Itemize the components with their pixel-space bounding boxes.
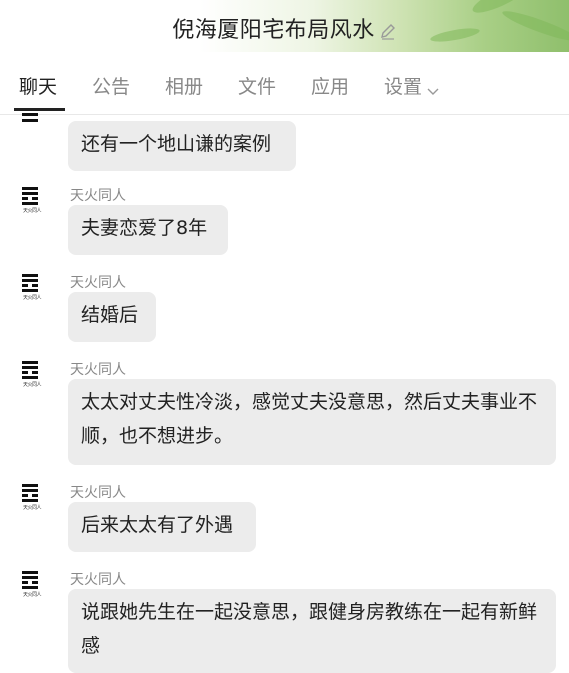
tab-bar: 聊天 公告 相册 文件 应用 设置 [0,52,569,115]
avatar-caption: 天火同人 [23,382,42,388]
avatar[interactable]: 天火同人 [22,187,50,214]
message-bubble[interactable]: 结婚后 [68,292,156,342]
group-title: 倪海厦阳宅布局风水 [0,12,569,44]
message-bubble[interactable]: 还有一个地山谦的案例 [68,121,296,171]
tab-settings-label: 设置 [384,76,423,98]
avatar[interactable] [22,111,50,123]
avatar[interactable]: 天火同人 [22,484,50,511]
avatar-caption: 天火同人 [23,592,42,598]
message-bubble[interactable]: 夫妻恋爱了8年 [68,205,228,255]
avatar-caption: 天火同人 [23,505,42,511]
tab-announcement[interactable]: 公告 [92,72,130,99]
chat-header: 倪海厦阳宅布局风水 [0,0,569,52]
tab-files[interactable]: 文件 [238,72,276,99]
sender-name: 天火同人 [70,485,126,501]
message-bubble[interactable]: 说跟她先生在一起没意思，跟健身房教练在一起有新鲜感 [68,589,556,673]
tab-chat[interactable]: 聊天 [19,72,57,99]
tab-apps[interactable]: 应用 [311,72,349,99]
avatar[interactable]: 天火同人 [22,571,50,598]
group-title-text: 倪海厦阳宅布局风水 [172,18,375,43]
avatar[interactable]: 天火同人 [22,274,50,301]
message-bubble[interactable]: 太太对丈夫性冷淡，感觉丈夫没意思，然后丈夫事业不顺，也不想进步。 [68,379,556,465]
sender-name: 天火同人 [70,572,126,588]
chevron-down-icon [426,81,440,95]
tab-settings[interactable]: 设置 [384,72,440,99]
sender-name: 天火同人 [70,188,126,204]
sender-name: 天火同人 [70,275,126,291]
sender-name: 天火同人 [70,362,126,378]
avatar-caption: 天火同人 [23,295,42,301]
avatar[interactable]: 天火同人 [22,361,50,388]
message-bubble[interactable]: 后来太太有了外遇 [68,502,256,552]
avatar-caption: 天火同人 [23,208,42,214]
pencil-icon[interactable] [379,22,397,40]
tab-album[interactable]: 相册 [165,72,203,99]
